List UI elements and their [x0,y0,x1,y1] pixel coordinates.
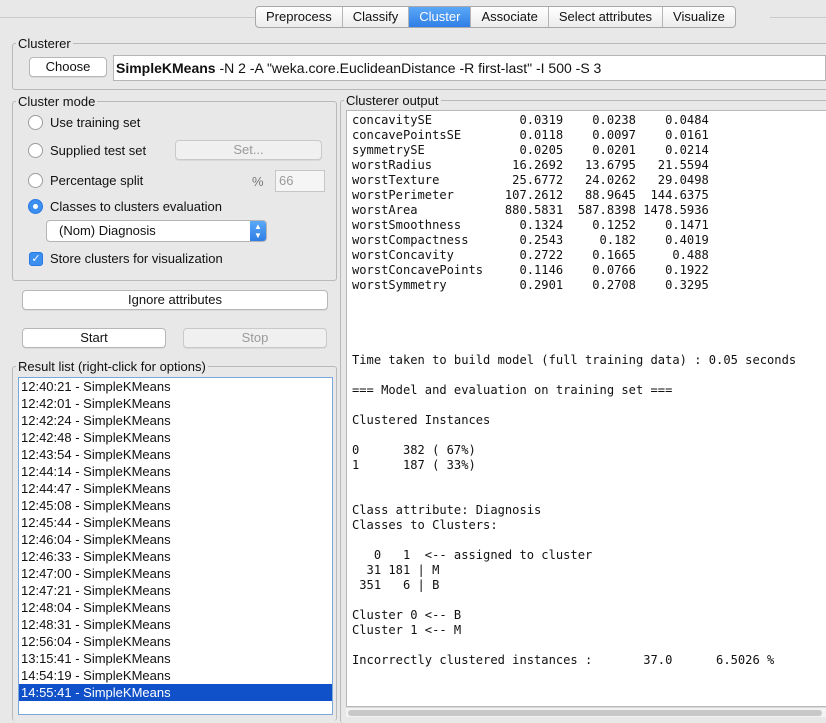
choose-button[interactable]: Choose [29,57,107,77]
result-list-legend: Result list (right-click for options) [18,359,206,374]
tab-preprocess[interactable]: Preprocess [256,7,343,27]
result-list-item[interactable]: 12:46:33 - SimpleKMeans [19,548,332,565]
checkmark-icon[interactable]: ✓ [29,251,43,266]
class-attribute-select[interactable]: (Nom) Diagnosis ▲ ▼ [46,220,267,242]
result-list-item[interactable]: 12:46:04 - SimpleKMeans [19,531,332,548]
clusterer-output-legend: Clusterer output [346,93,439,108]
result-list-item[interactable]: 14:55:41 - SimpleKMeans [19,684,332,701]
result-list-item[interactable]: 12:42:48 - SimpleKMeans [19,429,332,446]
scrollbar-thumb[interactable] [348,710,822,716]
use-training-set-label: Use training set [50,115,141,130]
result-list-item[interactable]: 13:15:41 - SimpleKMeans [19,650,332,667]
percentage-split-label: Percentage split [50,173,144,188]
scheme-name: SimpleKMeans [116,60,216,76]
tab-visualize[interactable]: Visualize [663,7,735,27]
store-clusters-option[interactable]: ✓ Store clusters for visualization [29,251,223,266]
result-list-item[interactable]: 14:54:19 - SimpleKMeans [19,667,332,684]
result-list-item[interactable]: 12:56:04 - SimpleKMeans [19,633,332,650]
tab-bar: Preprocess Classify Cluster Associate Select… [255,6,736,28]
result-list-item[interactable]: 12:44:14 - SimpleKMeans [19,463,332,480]
percentage-split-radio[interactable] [28,173,43,188]
tab-cluster[interactable]: Cluster [409,7,472,27]
use-training-set-radio[interactable] [28,115,43,130]
result-list-item[interactable]: 12:40:21 - SimpleKMeans [19,378,332,395]
class-attribute-value: (Nom) Diagnosis [59,223,156,238]
clusterer-legend: Clusterer [18,36,71,51]
result-list-item[interactable]: 12:45:44 - SimpleKMeans [19,514,332,531]
result-list-item[interactable]: 12:48:04 - SimpleKMeans [19,599,332,616]
percent-symbol: % [252,174,264,189]
result-list-item[interactable]: 12:43:54 - SimpleKMeans [19,446,332,463]
supplied-test-set-label: Supplied test set [50,143,147,158]
tab-separator-right [770,17,826,18]
result-list-item[interactable]: 12:47:00 - SimpleKMeans [19,565,332,582]
result-list[interactable]: 12:40:21 - SimpleKMeans 12:42:01 - Simple… [18,377,333,715]
classes-to-clusters-option[interactable]: Classes to clusters evaluation [28,199,222,214]
use-training-set-option[interactable]: Use training set [28,115,140,130]
tab-classify[interactable]: Classify [343,7,410,27]
store-clusters-label: Store clusters for visualization [50,251,223,266]
horizontal-scrollbar[interactable] [346,707,826,717]
clusterer-command-line[interactable]: SimpleKMeans -N 2 -A "weka.core.Euclidea… [113,55,826,81]
percentage-split-field[interactable]: 66 [275,170,325,192]
clusterer-output-text: concavitySE 0.0319 0.0238 0.0484 concave… [352,113,797,667]
result-list-item[interactable]: 12:48:31 - SimpleKMeans [19,616,332,633]
chevron-up-down-icon: ▲ ▼ [250,221,266,241]
percentage-split-option[interactable]: Percentage split [28,173,143,188]
clusterer-output-text-area[interactable]: concavitySE 0.0319 0.0238 0.0484 concave… [346,110,826,707]
result-list-item[interactable]: 12:45:08 - SimpleKMeans [19,497,332,514]
result-list-item[interactable]: 12:42:24 - SimpleKMeans [19,412,332,429]
tab-associate[interactable]: Associate [471,7,549,27]
ignore-attributes-button[interactable]: Ignore attributes [22,290,328,310]
tab-select-attributes[interactable]: Select attributes [549,7,664,27]
scheme-options: -N 2 -A "weka.core.EuclideanDistance -R … [219,60,602,76]
cluster-mode-legend: Cluster mode [18,94,96,109]
result-list-item[interactable]: 12:47:21 - SimpleKMeans [19,582,332,599]
supplied-test-set-radio[interactable] [28,143,43,158]
start-button[interactable]: Start [22,328,166,348]
supplied-test-set-option[interactable]: Supplied test set [28,143,146,158]
tab-separator-left [0,17,255,18]
result-list-item[interactable]: 12:42:01 - SimpleKMeans [19,395,332,412]
stop-button[interactable]: Stop [183,328,327,348]
set-test-set-button[interactable]: Set... [175,140,322,160]
classes-to-clusters-label: Classes to clusters evaluation [50,199,222,214]
result-list-item[interactable]: 12:44:47 - SimpleKMeans [19,480,332,497]
classes-to-clusters-radio[interactable] [28,199,43,214]
